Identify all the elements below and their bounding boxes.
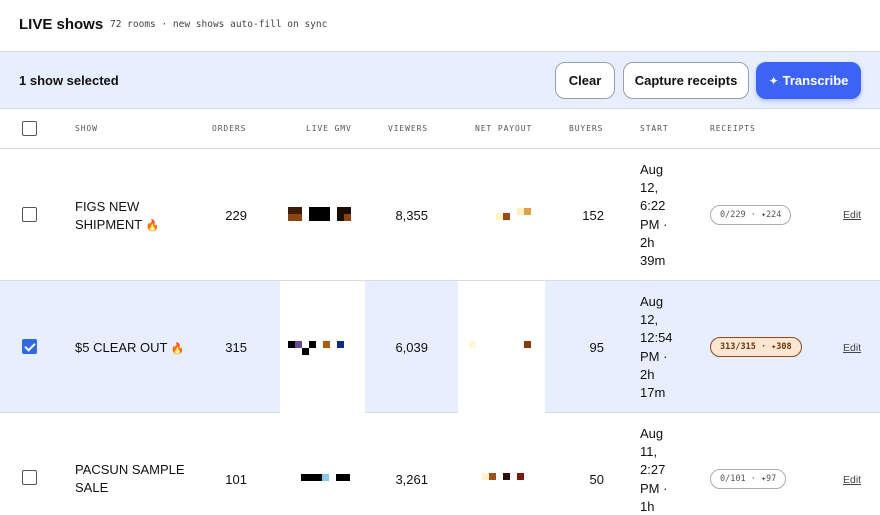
column-header-net-payout[interactable]: NET PAYOUT bbox=[475, 124, 532, 133]
start-line: PM · bbox=[640, 216, 668, 232]
buyers-value: 50 bbox=[589, 472, 604, 487]
column-header-buyers[interactable]: BUYERS bbox=[569, 124, 603, 133]
row-checkbox[interactable] bbox=[22, 470, 37, 485]
start-line: PM · bbox=[640, 480, 668, 496]
buyers-value: 152 bbox=[582, 208, 604, 223]
selected-count: 1 show selected bbox=[19, 73, 119, 88]
select-all-checkbox[interactable] bbox=[22, 121, 37, 136]
orders-value: 229 bbox=[225, 208, 247, 223]
start-line: 2h bbox=[640, 366, 655, 382]
receipts-badge: 313/315 · ✦308 bbox=[710, 337, 802, 357]
start-line: 2:27 bbox=[640, 462, 666, 478]
redacted-net-payout bbox=[482, 473, 524, 481]
clear-button[interactable]: Clear bbox=[555, 62, 615, 99]
flame-icon: 🔥 bbox=[145, 220, 160, 232]
start-time: Aug 11, 2:27 PM · 1h bbox=[640, 425, 684, 515]
start-line: Aug bbox=[640, 426, 664, 441]
buyers-value: 95 bbox=[589, 340, 604, 355]
show-name: $5 CLEAR OUT bbox=[75, 340, 168, 355]
row-checkbox[interactable] bbox=[22, 207, 37, 222]
capture-receipts-button[interactable]: Capture receipts bbox=[623, 62, 749, 99]
start-line: PM · bbox=[640, 348, 668, 364]
column-header-receipts[interactable]: RECEIPTS bbox=[710, 124, 756, 133]
column-header-live-gmv[interactable]: LIVE GMV bbox=[306, 124, 352, 133]
receipts-badge: 0/101 · ✦97 bbox=[710, 469, 787, 489]
redacted-gmv-value bbox=[280, 281, 365, 413]
redacted-net-payout bbox=[489, 206, 533, 223]
column-header-viewers[interactable]: VIEWERS bbox=[388, 124, 428, 133]
row-checkbox[interactable] bbox=[22, 339, 37, 354]
live-shows-panel: LIVE shows 72 rooms · new shows auto-fil… bbox=[0, 0, 880, 515]
table-header: SHOW ORDERS LIVE GMV VIEWERS NET PAYOUT … bbox=[0, 109, 880, 149]
page-title: LIVE shows bbox=[19, 16, 104, 33]
transcribe-label: Transcribe bbox=[782, 73, 849, 88]
show-name-cell: PACSUN SAMPLE SALE bbox=[75, 461, 185, 497]
start-line: 17m bbox=[640, 385, 666, 401]
edit-link[interactable]: Edit bbox=[843, 474, 861, 486]
start-line: 12, bbox=[640, 312, 659, 328]
transcribe-button[interactable]: ✦ Transcribe bbox=[756, 62, 861, 99]
panel-header: LIVE shows 72 rooms · new shows auto-fil… bbox=[0, 0, 880, 52]
viewers-value: 3,261 bbox=[395, 472, 428, 487]
column-header-start[interactable]: START bbox=[640, 124, 669, 133]
table-row[interactable]: $5 CLEAR OUT 🔥 315 6,039 95 Aug 12, 12:5… bbox=[0, 281, 880, 413]
orders-value: 101 bbox=[225, 472, 247, 487]
start-line: 11, bbox=[640, 444, 658, 460]
flame-icon: 🔥 bbox=[170, 343, 185, 355]
start-line: 39m bbox=[640, 253, 666, 269]
start-line: Aug bbox=[640, 162, 664, 177]
redacted-gmv-value bbox=[288, 207, 352, 221]
redacted-gmv-value bbox=[301, 474, 353, 482]
start-line: 2h bbox=[640, 234, 655, 250]
table-row[interactable]: FIGS NEW SHIPMENT 🔥 229 8,355 152 Aug 12… bbox=[0, 149, 880, 281]
start-time: Aug 12, 6:22 PM · 2h 39m bbox=[640, 161, 684, 270]
table-row[interactable]: PACSUN SAMPLE SALE 101 3,261 50 Aug 11, … bbox=[0, 413, 880, 515]
viewers-value: 6,039 bbox=[395, 340, 428, 355]
sparkle-icon: ✦ bbox=[768, 73, 779, 88]
column-header-orders[interactable]: ORDERS bbox=[212, 124, 246, 133]
show-name-cell: FIGS NEW SHIPMENT 🔥 bbox=[75, 198, 175, 235]
start-line: 12, bbox=[640, 180, 659, 196]
show-name: FIGS NEW SHIPMENT bbox=[75, 199, 142, 232]
edit-link[interactable]: Edit bbox=[843, 209, 861, 221]
receipts-badge: 0/229 · ✦224 bbox=[710, 205, 792, 225]
redacted-net-payout bbox=[458, 281, 545, 413]
start-line: 1h bbox=[640, 498, 655, 514]
show-name-cell: $5 CLEAR OUT 🔥 bbox=[75, 339, 195, 358]
selection-bar: 1 show selected Clear Capture receipts ✦… bbox=[0, 52, 880, 109]
start-line: 12:54 bbox=[640, 330, 673, 346]
orders-value: 315 bbox=[225, 340, 247, 355]
column-header-show[interactable]: SHOW bbox=[75, 124, 98, 133]
start-line: Aug bbox=[640, 294, 664, 309]
viewers-value: 8,355 bbox=[395, 208, 428, 223]
start-line: 6:22 bbox=[640, 198, 666, 214]
show-name: PACSUN SAMPLE SALE bbox=[75, 462, 185, 495]
edit-link[interactable]: Edit bbox=[843, 342, 861, 354]
start-time: Aug 12, 12:54 PM · 2h 17m bbox=[640, 293, 684, 402]
page-subtitle: 72 rooms · new shows auto-fill on sync bbox=[110, 19, 328, 30]
